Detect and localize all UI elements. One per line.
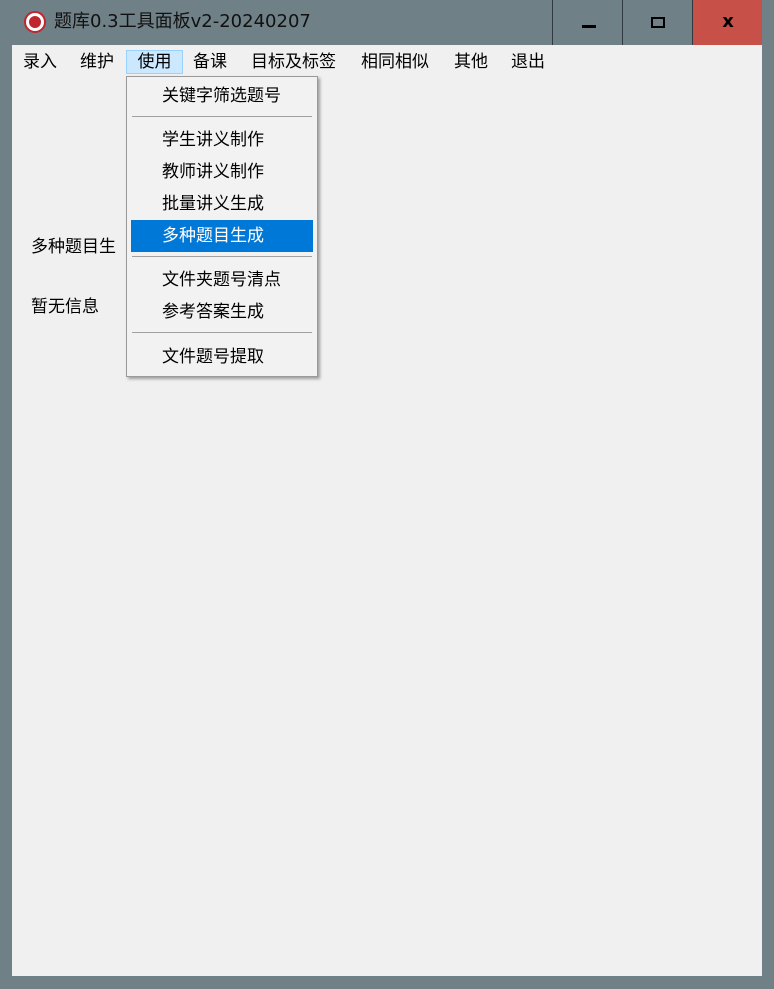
menu-maintain[interactable]: 维护	[78, 50, 116, 74]
menu-separator	[132, 332, 312, 333]
menu-exit[interactable]: 退出	[509, 50, 547, 74]
menu-separator	[132, 256, 312, 257]
info-label: 暂无信息	[31, 297, 99, 317]
window-title: 题库0.3工具面板v2-20240207	[54, 11, 311, 32]
generate-label: 多种题目生	[31, 237, 116, 257]
minimize-icon	[582, 25, 596, 28]
menu-item-teacher-handout[interactable]: 教师讲义制作	[131, 156, 313, 188]
use-dropdown-menu: 关键字筛选题号 学生讲义制作 教师讲义制作 批量讲义生成 多种题目生成 文件夹题…	[126, 76, 318, 377]
menu-item-file-extract[interactable]: 文件题号提取	[131, 341, 313, 373]
app-window: 题库0.3工具面板v2-20240207 x 录入 维护 使用 备课 目标及标签…	[0, 0, 774, 989]
menu-item-folder-count[interactable]: 文件夹题号清点	[131, 264, 313, 296]
maximize-icon	[651, 17, 665, 28]
menu-same-similar[interactable]: 相同相似	[359, 50, 431, 74]
menu-item-multi-question[interactable]: 多种题目生成	[131, 220, 313, 252]
close-button[interactable]: x	[692, 0, 762, 45]
menu-item-batch-handout[interactable]: 批量讲义生成	[131, 188, 313, 220]
maximize-button[interactable]	[622, 0, 692, 45]
menu-entry[interactable]: 录入	[21, 50, 59, 74]
client-area: 录入 维护 使用 备课 目标及标签 相同相似 其他 退出 多种题目生 暂无信息	[12, 45, 762, 976]
menu-other[interactable]: 其他	[452, 50, 490, 74]
menu-item-keyword-filter[interactable]: 关键字筛选题号	[131, 80, 313, 112]
title-bar[interactable]: 题库0.3工具面板v2-20240207 x	[0, 0, 774, 45]
menu-use[interactable]: 使用	[126, 50, 183, 74]
menu-item-answer-generate[interactable]: 参考答案生成	[131, 296, 313, 328]
menu-bar: 录入 维护 使用 备课 目标及标签 相同相似 其他 退出	[12, 45, 762, 77]
menu-item-student-handout[interactable]: 学生讲义制作	[131, 124, 313, 156]
menu-prepare[interactable]: 备课	[191, 50, 229, 74]
menu-separator	[132, 116, 312, 117]
app-logo-icon	[24, 11, 46, 33]
close-icon: x	[722, 11, 734, 32]
menu-goals-tags[interactable]: 目标及标签	[249, 50, 338, 74]
minimize-button[interactable]	[552, 0, 622, 45]
